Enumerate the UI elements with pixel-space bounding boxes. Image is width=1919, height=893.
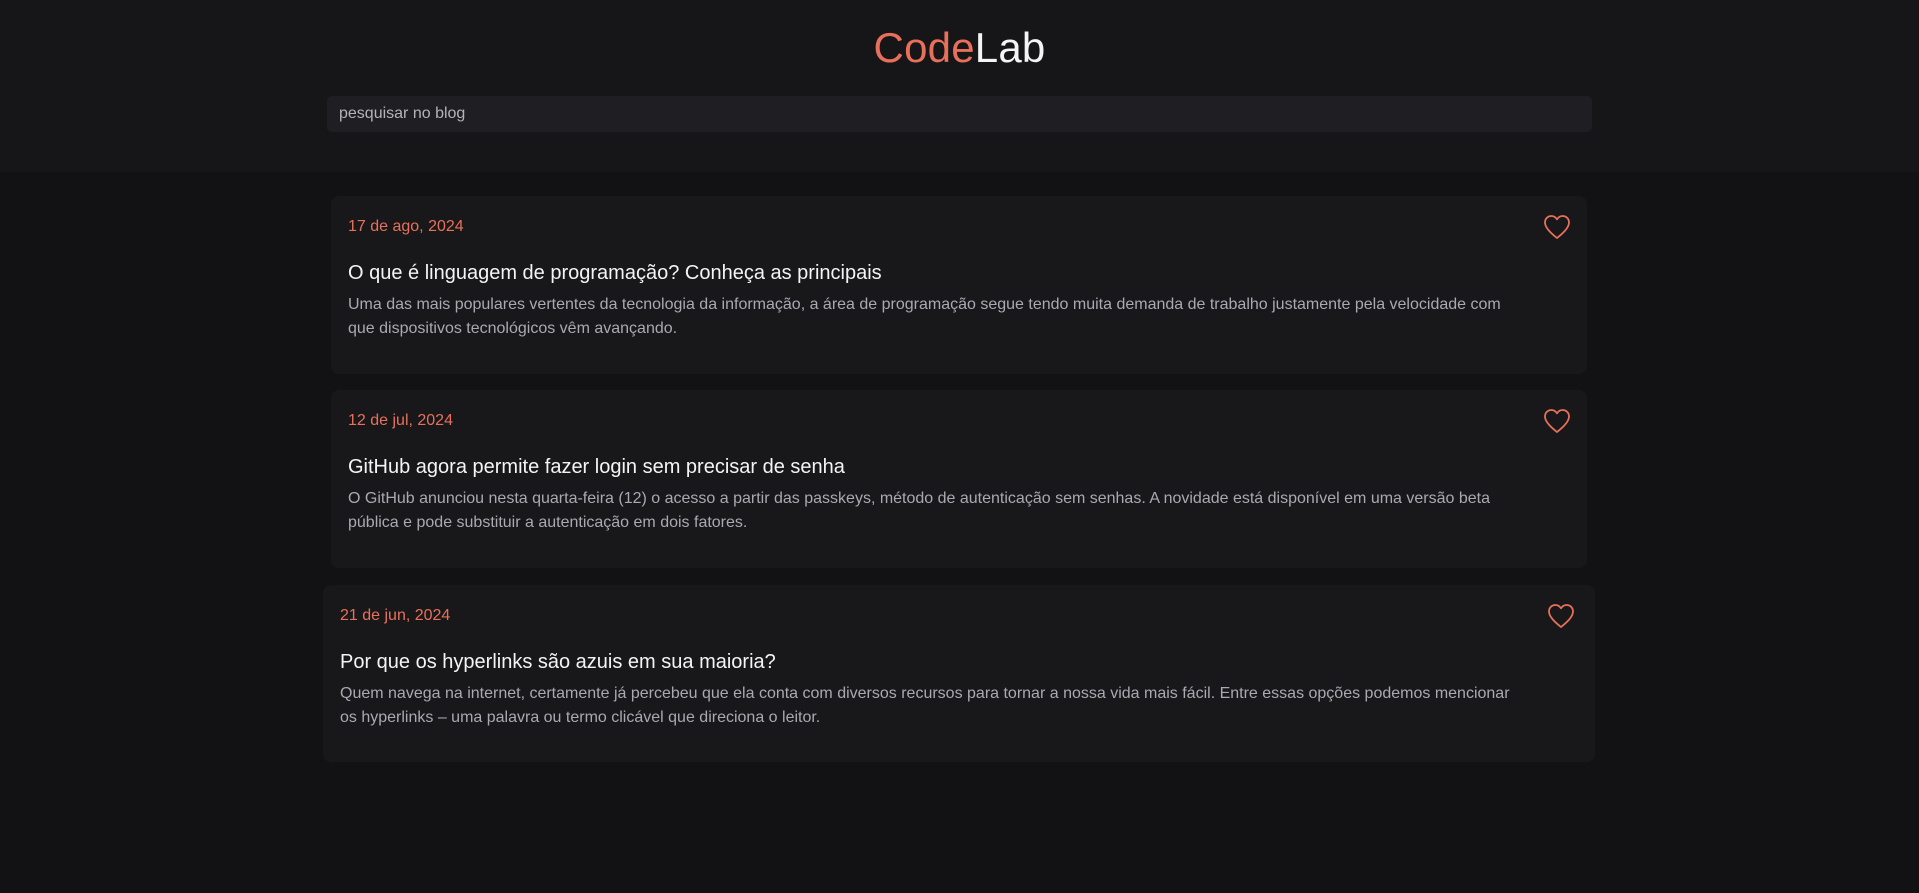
brand-part-code: Code — [873, 24, 975, 71]
post-date: 17 de ago, 2024 — [348, 218, 464, 235]
post-title[interactable]: GitHub agora permite fazer login sem pre… — [348, 454, 845, 480]
page-header: CodeLab — [0, 0, 1919, 172]
brand-logo[interactable]: CodeLab — [0, 22, 1919, 74]
post-title[interactable]: Por que os hyperlinks são azuis em sua m… — [340, 649, 776, 675]
post-excerpt: O GitHub anunciou nesta quarta-feira (12… — [348, 490, 1490, 531]
brand-part-lab: Lab — [974, 24, 1046, 71]
post-title[interactable]: O que é linguagem de programação? Conheç… — [348, 260, 882, 286]
post-excerpt: Uma das mais populares vertentes da tecn… — [348, 296, 1501, 337]
heart-icon[interactable] — [1543, 214, 1571, 240]
search-input[interactable] — [327, 96, 1592, 132]
heart-icon[interactable] — [1543, 408, 1571, 434]
post-date: 12 de jul, 2024 — [348, 412, 453, 429]
heart-icon[interactable] — [1547, 603, 1575, 629]
post-excerpt: Quem navega na internet, certamente já p… — [340, 685, 1510, 726]
post-card[interactable]: 21 de jun, 2024 Por que os hyperlinks sã… — [323, 585, 1595, 762]
post-date: 21 de jun, 2024 — [340, 607, 451, 624]
post-card[interactable]: 17 de ago, 2024 O que é linguagem de pro… — [331, 196, 1587, 374]
post-card[interactable]: 12 de jul, 2024 GitHub agora permite faz… — [331, 390, 1587, 568]
